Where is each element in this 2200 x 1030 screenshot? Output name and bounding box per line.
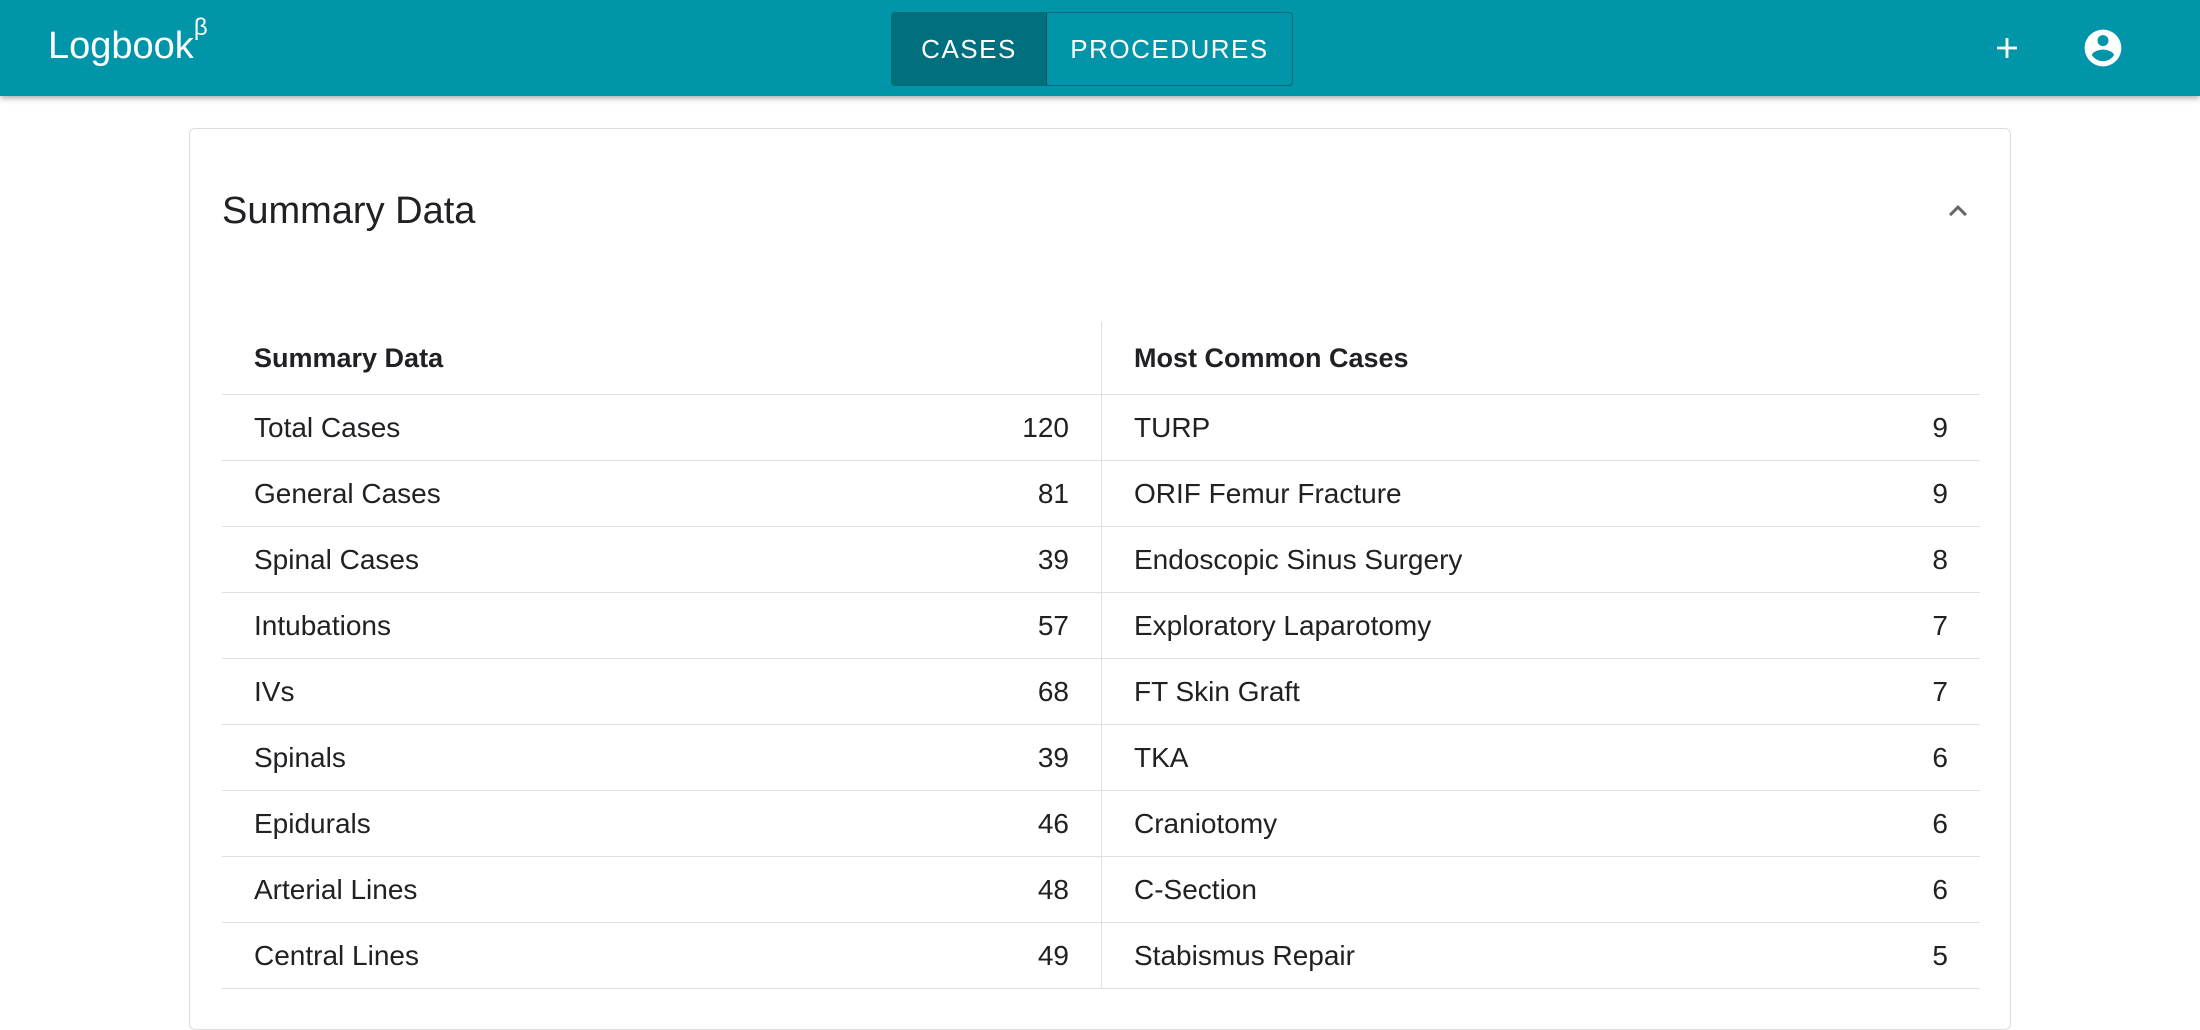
row-value: 7 <box>1932 609 1948 641</box>
row-label: Central Lines <box>254 939 419 971</box>
table-row: TURP 9 <box>1102 395 1980 461</box>
row-value: 57 <box>1037 609 1069 641</box>
row-label: ORIF Femur Fracture <box>1134 477 1402 509</box>
table-row: General Cases 81 <box>222 461 1101 527</box>
row-value: 39 <box>1037 741 1069 773</box>
row-label: Stabismus Repair <box>1134 939 1355 971</box>
table-row: Endoscopic Sinus Surgery 8 <box>1102 527 1980 593</box>
beta-badge: β <box>193 14 208 41</box>
collapse-button[interactable] <box>1936 189 1980 233</box>
table-row: ORIF Femur Fracture 9 <box>1102 461 1980 527</box>
row-value: 48 <box>1037 873 1069 905</box>
summary-panel: Summary Data Summary Data Total Cases 120… <box>189 128 2011 1030</box>
row-value: 6 <box>1932 741 1948 773</box>
table-row: FT Skin Graft 7 <box>1102 659 1980 725</box>
row-label: TKA <box>1134 741 1189 773</box>
row-label: Exploratory Laparotomy <box>1134 609 1432 641</box>
app-logo[interactable]: Logbookβ <box>48 16 208 70</box>
panel-title: Summary Data <box>222 190 476 232</box>
add-button[interactable] <box>1983 24 2031 72</box>
row-label: Spinal Cases <box>254 543 419 575</box>
row-value: 68 <box>1037 675 1069 707</box>
row-label: FT Skin Graft <box>1134 675 1300 707</box>
row-value: 81 <box>1037 477 1069 509</box>
row-value: 46 <box>1037 807 1069 839</box>
row-label: Total Cases <box>254 411 401 443</box>
summary-data-table: Summary Data Total Cases 120 General Case… <box>222 322 1102 989</box>
table-row: Intubations 57 <box>222 593 1101 659</box>
row-value: 6 <box>1932 807 1948 839</box>
table-row: Epidurals 46 <box>222 791 1101 857</box>
row-value: 5 <box>1932 939 1948 971</box>
row-label: Spinals <box>254 741 346 773</box>
plus-icon <box>1997 38 2017 58</box>
table-row: Exploratory Laparotomy 7 <box>1102 593 1980 659</box>
row-value: 39 <box>1037 543 1069 575</box>
row-label: Endoscopic Sinus Surgery <box>1134 543 1463 575</box>
row-value: 8 <box>1932 543 1948 575</box>
table-row: Spinals 39 <box>222 725 1101 791</box>
view-toggle-group: CASES PROCEDURES <box>891 12 1293 86</box>
row-label: C-Section <box>1134 873 1257 905</box>
table-row: Craniotomy 6 <box>1102 791 1980 857</box>
row-value: 120 <box>1022 411 1069 443</box>
table-row: Stabismus Repair 5 <box>1102 923 1980 989</box>
table-row: IVs 68 <box>222 659 1101 725</box>
row-value: 7 <box>1932 675 1948 707</box>
app-bar: Logbookβ CASES PROCEDURES <box>0 0 2200 96</box>
tab-cases[interactable]: CASES <box>892 13 1047 85</box>
table-row: Central Lines 49 <box>222 923 1101 989</box>
summary-data-header: Summary Data <box>222 322 1101 395</box>
tab-procedures[interactable]: PROCEDURES <box>1047 13 1292 85</box>
row-value: 49 <box>1037 939 1069 971</box>
row-label: Craniotomy <box>1134 807 1278 839</box>
most-common-cases-table: Most Common Cases TURP 9 ORIF Femur Fract… <box>1102 322 1980 989</box>
row-label: General Cases <box>254 477 441 509</box>
app-title: Logbook <box>48 25 194 67</box>
table-row: Total Cases 120 <box>222 395 1101 461</box>
table-row: Arterial Lines 48 <box>222 857 1101 923</box>
account-button[interactable] <box>2079 24 2127 72</box>
row-label: TURP <box>1134 411 1211 443</box>
table-row: Spinal Cases 39 <box>222 527 1101 593</box>
most-common-cases-header: Most Common Cases <box>1102 322 1980 395</box>
row-label: Intubations <box>254 609 391 641</box>
row-value: 9 <box>1932 477 1948 509</box>
chevron-up-icon <box>1949 205 1967 217</box>
table-row: TKA 6 <box>1102 725 1980 791</box>
row-label: IVs <box>254 675 295 707</box>
table-row: C-Section 6 <box>1102 857 1980 923</box>
row-value: 9 <box>1932 411 1948 443</box>
row-label: Arterial Lines <box>254 873 418 905</box>
account-circle-icon <box>2084 29 2122 67</box>
row-label: Epidurals <box>254 807 371 839</box>
row-value: 6 <box>1932 873 1948 905</box>
